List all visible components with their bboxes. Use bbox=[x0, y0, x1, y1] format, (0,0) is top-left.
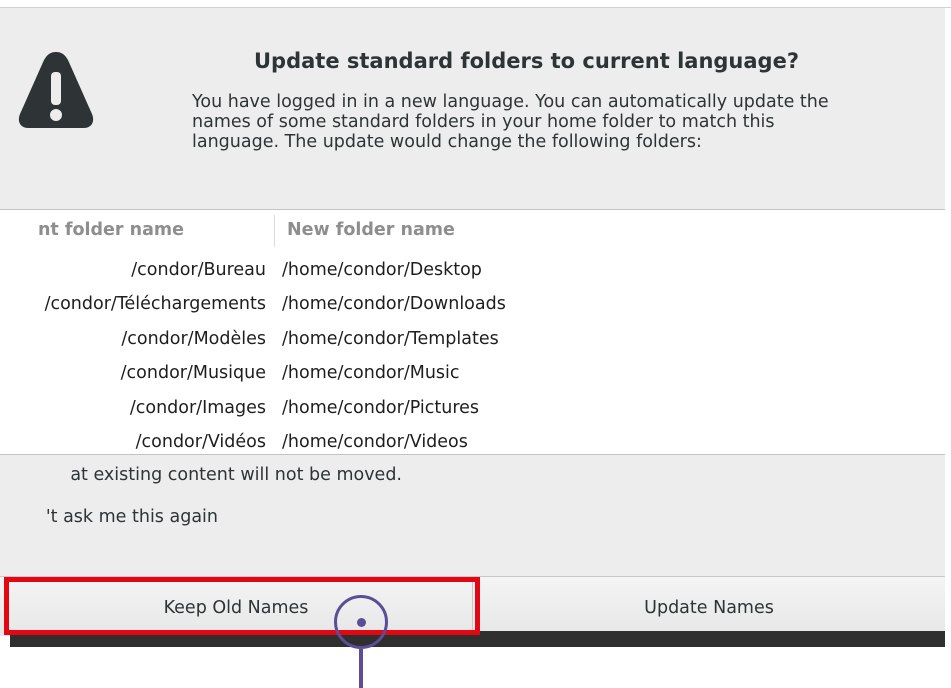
new-folder-cell: /home/condor/Videos bbox=[282, 431, 468, 452]
table-row[interactable]: /condor/Vidéos /home/condor/Videos bbox=[0, 425, 945, 454]
current-folder-cell: /condor/Images bbox=[129, 397, 266, 418]
folder-table: nt folder name New folder name /condor/B… bbox=[0, 209, 945, 455]
table-rows: /condor/Bureau /home/condor/Desktop /con… bbox=[0, 253, 945, 454]
new-folder-cell: /home/condor/Music bbox=[282, 363, 460, 384]
dialog-title: Update standard folders to current langu… bbox=[254, 49, 800, 73]
table-row[interactable]: /condor/Images /home/condor/Pictures bbox=[0, 391, 945, 425]
new-folder-cell: /home/condor/Templates bbox=[282, 328, 499, 349]
note-text: at existing content will not be moved. bbox=[70, 465, 402, 485]
dont-ask-again-label: 't ask me this again bbox=[45, 507, 218, 527]
table-row[interactable]: /condor/Musique /home/condor/Music bbox=[0, 356, 945, 390]
dialog-message: You have logged in in a new language. Yo… bbox=[192, 92, 829, 152]
column-header-new-folder-name[interactable]: New folder name bbox=[274, 215, 945, 247]
window-bottom-edge bbox=[10, 631, 945, 647]
dont-ask-again-checkbox[interactable]: 't ask me this again bbox=[0, 507, 945, 531]
new-folder-cell: /home/condor/Desktop bbox=[282, 260, 482, 280]
update-folders-dialog: Update standard folders to current langu… bbox=[0, 8, 945, 636]
current-folder-cell: /condor/Musique bbox=[120, 363, 266, 384]
table-row[interactable]: /condor/Bureau /home/condor/Desktop bbox=[0, 253, 945, 287]
content-not-moved-note: at existing content will not be moved. bbox=[0, 465, 945, 489]
new-folder-cell: /home/condor/Downloads bbox=[282, 294, 506, 315]
current-folder-cell: /condor/Vidéos bbox=[135, 431, 266, 452]
update-names-button[interactable]: Update Names bbox=[473, 577, 945, 636]
new-folder-cell: /home/condor/Pictures bbox=[282, 397, 480, 418]
click-indicator-pointer-line bbox=[359, 649, 363, 688]
current-folder-cell: /condor/Téléchargements bbox=[44, 294, 266, 315]
table-row[interactable]: /condor/Téléchargements /home/condor/Dow… bbox=[0, 287, 945, 321]
table-row[interactable]: /condor/Modèles /home/condor/Templates bbox=[0, 322, 945, 356]
warning-icon bbox=[18, 52, 94, 128]
current-folder-cell: /condor/Bureau bbox=[131, 260, 266, 280]
screenshot-root: Update standard folders to current langu… bbox=[0, 0, 951, 688]
keep-old-names-button[interactable]: Keep Old Names bbox=[0, 577, 473, 636]
button-row: Keep Old Names Update Names bbox=[0, 576, 945, 636]
column-header-current-folder-name[interactable]: nt folder name bbox=[0, 215, 274, 247]
current-folder-cell: /condor/Modèles bbox=[121, 328, 266, 349]
column-header-current-label: nt folder name bbox=[37, 220, 184, 240]
click-indicator-dot bbox=[357, 618, 366, 627]
